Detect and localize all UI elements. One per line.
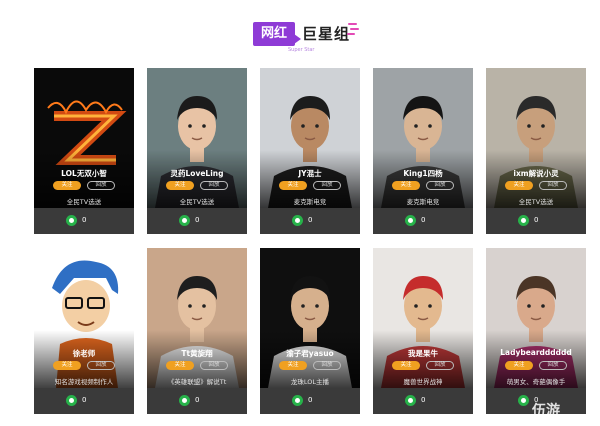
like-icon[interactable] [179, 215, 190, 226]
star-name[interactable]: ixm解说小灵 [486, 168, 586, 179]
card-actions: 关注 回放 [34, 181, 134, 191]
star-description: 麦克斯电竞 [406, 198, 440, 206]
follow-button[interactable]: 关注 [53, 361, 81, 370]
like-icon[interactable] [405, 395, 416, 406]
follow-button[interactable]: 关注 [505, 181, 533, 190]
star-card[interactable]: LOL无双小智 关注 回放 全民TV选送 0 [34, 68, 134, 234]
follow-button[interactable]: 关注 [505, 361, 533, 370]
star-card[interactable]: 渝子君yasuo 关注 回放龙珠LOL主播 0 [260, 248, 360, 414]
card-actions: 关注 回放 [147, 361, 247, 371]
replay-button[interactable]: 回放 [200, 361, 228, 370]
card-actions: 关注 回放 [34, 361, 134, 371]
like-icon[interactable] [405, 215, 416, 226]
like-count: 0 [308, 216, 313, 224]
replay-button[interactable]: 回放 [87, 181, 115, 190]
replay-button[interactable]: 回放 [313, 181, 341, 190]
like-icon[interactable] [66, 395, 77, 406]
star-card[interactable]: 灵药LoveLing 关注 回放全民TV选送 0 [147, 68, 247, 234]
like-icon[interactable] [292, 215, 303, 226]
section-subtitle: Super Star [288, 47, 315, 53]
card-footer: 0 [373, 208, 473, 234]
card-footer: 0 [260, 208, 360, 234]
replay-button[interactable]: 回放 [539, 361, 567, 370]
like-icon[interactable] [66, 215, 77, 226]
star-description: 魔兽世界战神 [403, 378, 443, 386]
section-title: 巨星组 [302, 25, 351, 43]
star-name[interactable]: JY混士 [260, 168, 360, 179]
card-actions: 关注 回放 [373, 181, 473, 191]
replay-button[interactable]: 回放 [200, 181, 228, 190]
replay-button[interactable]: 回放 [313, 361, 341, 370]
section-badge: 网红 [253, 22, 301, 46]
star-description: 麦克斯电竞 [293, 198, 327, 206]
follow-button[interactable]: 关注 [392, 181, 420, 190]
card-actions: 关注 回放 [260, 181, 360, 191]
star-name[interactable]: 徐老师 [34, 348, 134, 359]
card-actions: 关注 回放 [486, 361, 586, 371]
follow-button[interactable]: 关注 [392, 361, 420, 370]
follow-button[interactable]: 关注 [279, 361, 307, 370]
like-icon[interactable] [179, 395, 190, 406]
like-count: 0 [82, 396, 87, 404]
like-count: 0 [195, 396, 200, 404]
star-description: 萌男女、奇葩偶像手 [506, 378, 566, 386]
replay-button[interactable]: 回放 [87, 361, 115, 370]
star-card[interactable]: Tt黄旋翔关注 回放《英雄联盟》解说Tt 0 [147, 248, 247, 414]
watermark: 伍游 [532, 403, 560, 419]
like-count: 0 [82, 216, 87, 224]
follow-button[interactable]: 关注 [166, 181, 194, 190]
decoration-lines-icon [346, 20, 360, 44]
star-name[interactable]: King1四杨 [373, 168, 473, 179]
replay-button[interactable]: 回放 [426, 181, 454, 190]
card-actions: 关注 回放 [260, 361, 360, 371]
star-card[interactable]: JY混士关注 回放麦克斯电竞 0 [260, 68, 360, 234]
star-grid: LOL无双小智 关注 回放 全民TV选送 0 灵药LoveLing 关注 回放 全民TV选送 0 J… [34, 68, 586, 418]
card-footer: 0 [260, 388, 360, 414]
card-footer: 0 [147, 388, 247, 414]
star-card[interactable]: 徐老师关注 回放知名游戏视频制作人 0 [34, 248, 134, 414]
star-description: 全民TV选送 [518, 198, 554, 206]
star-name[interactable]: 灵药LoveLing [147, 168, 247, 179]
card-actions: 关注 回放 [486, 181, 586, 191]
card-actions: 关注 回放 [373, 361, 473, 371]
star-card[interactable]: King1四杨 关注 回放 麦克斯电竞 0 [373, 68, 473, 234]
star-card[interactable]: ixm解说小灵 关注 回放 全民TV选送 0 [486, 68, 586, 234]
star-card[interactable]: 我是果牛关注 回放魔兽世界战神 0 [373, 248, 473, 414]
follow-button[interactable]: 关注 [279, 181, 307, 190]
like-count: 0 [421, 396, 426, 404]
like-count: 0 [195, 216, 200, 224]
card-footer: 0 [373, 388, 473, 414]
star-description: 龙珠LOL主播 [290, 378, 330, 386]
like-icon[interactable] [518, 215, 529, 226]
follow-button[interactable]: 关注 [166, 361, 194, 370]
section-header: 网红 巨星组 Super Star [0, 14, 600, 58]
star-description: 《英雄联盟》解说Tt [167, 378, 227, 386]
like-icon[interactable] [518, 395, 529, 406]
star-description: 全民TV选送 [179, 198, 215, 206]
card-footer: 0 [486, 208, 586, 234]
card-footer: 0 [34, 388, 134, 414]
star-name[interactable]: 渝子君yasuo [260, 348, 360, 359]
star-name[interactable]: Ladybeardddddd [486, 348, 586, 357]
star-name[interactable]: 我是果牛 [373, 348, 473, 359]
card-actions: 关注 回放 [147, 181, 247, 191]
replay-button[interactable]: 回放 [426, 361, 454, 370]
like-count: 0 [308, 396, 313, 404]
like-count: 0 [421, 216, 426, 224]
like-icon[interactable] [292, 395, 303, 406]
star-name[interactable]: Tt黄旋翔 [147, 348, 247, 359]
replay-button[interactable]: 回放 [539, 181, 567, 190]
follow-button[interactable]: 关注 [53, 181, 81, 190]
card-footer: 0 [147, 208, 247, 234]
card-footer: 0 [34, 208, 134, 234]
star-name[interactable]: LOL无双小智 [34, 168, 134, 179]
star-card[interactable]: Ladybeardddddd 关注 回放 萌男女、奇葩偶像手 0 [486, 248, 586, 414]
star-description: 全民TV选送 [66, 198, 102, 206]
star-description: 知名游戏视频制作人 [54, 378, 114, 386]
like-count: 0 [534, 216, 539, 224]
